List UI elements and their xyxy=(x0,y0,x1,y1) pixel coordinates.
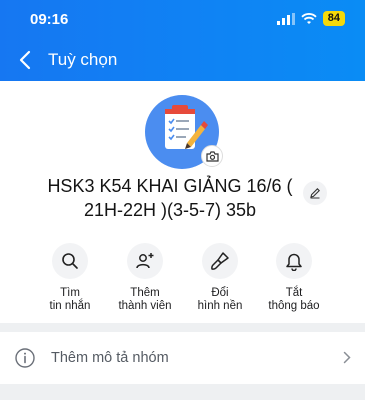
status-icons: 84 xyxy=(276,11,345,26)
add-member-icon xyxy=(136,253,154,269)
row-label: Thêm mô tả nhóm xyxy=(51,350,169,366)
edit-name-button[interactable] xyxy=(303,181,327,205)
chevron-right-icon xyxy=(343,351,351,364)
section-divider xyxy=(0,323,365,332)
paint-brush-icon xyxy=(211,252,229,270)
add-group-description-row[interactable]: Thêm mô tả nhóm xyxy=(0,337,365,379)
action-circle[interactable] xyxy=(202,243,238,279)
action-label: Thêm thành viên xyxy=(118,287,172,312)
group-name: HSK3 K54 KHAI GIẢNG 16/6 ( 21H-22H )(3-5… xyxy=(47,176,293,220)
page-title: Tuỳ chọn xyxy=(48,50,118,69)
action-circle[interactable] xyxy=(276,243,312,279)
wifi-icon xyxy=(301,12,317,24)
top-header: 09:16 84 Tuỳ chọn xyxy=(0,0,365,81)
action-label: Tìm tin nhắn xyxy=(49,287,91,312)
mute-notifications-action[interactable]: Tắt thông báo xyxy=(254,243,334,313)
action-circle[interactable] xyxy=(52,243,88,279)
signal-icon xyxy=(276,12,295,25)
change-avatar-button[interactable] xyxy=(201,145,223,167)
search-icon xyxy=(62,253,78,269)
back-chevron-icon[interactable] xyxy=(16,49,36,71)
quick-actions: Tìm tin nhắn Thêm thành viên Đổi hình nề… xyxy=(0,243,365,313)
pencil-icon xyxy=(310,188,320,199)
add-member-action[interactable]: Thêm thành viên xyxy=(105,243,185,313)
action-circle[interactable] xyxy=(127,243,163,279)
info-icon xyxy=(15,348,35,368)
change-background-action[interactable]: Đổi hình nền xyxy=(180,243,260,313)
bell-icon xyxy=(286,253,302,271)
search-messages-action[interactable]: Tìm tin nhắn xyxy=(30,243,110,313)
action-label: Đổi hình nền xyxy=(197,287,243,312)
action-label: Tắt thông báo xyxy=(268,287,320,312)
camera-icon xyxy=(205,150,219,162)
group-avatar[interactable] xyxy=(145,95,223,169)
nav-bar: Tuỳ chọn xyxy=(0,44,365,76)
battery-indicator: 84 xyxy=(322,11,345,26)
section-divider xyxy=(0,384,365,400)
status-time: 09:16 xyxy=(30,11,69,28)
